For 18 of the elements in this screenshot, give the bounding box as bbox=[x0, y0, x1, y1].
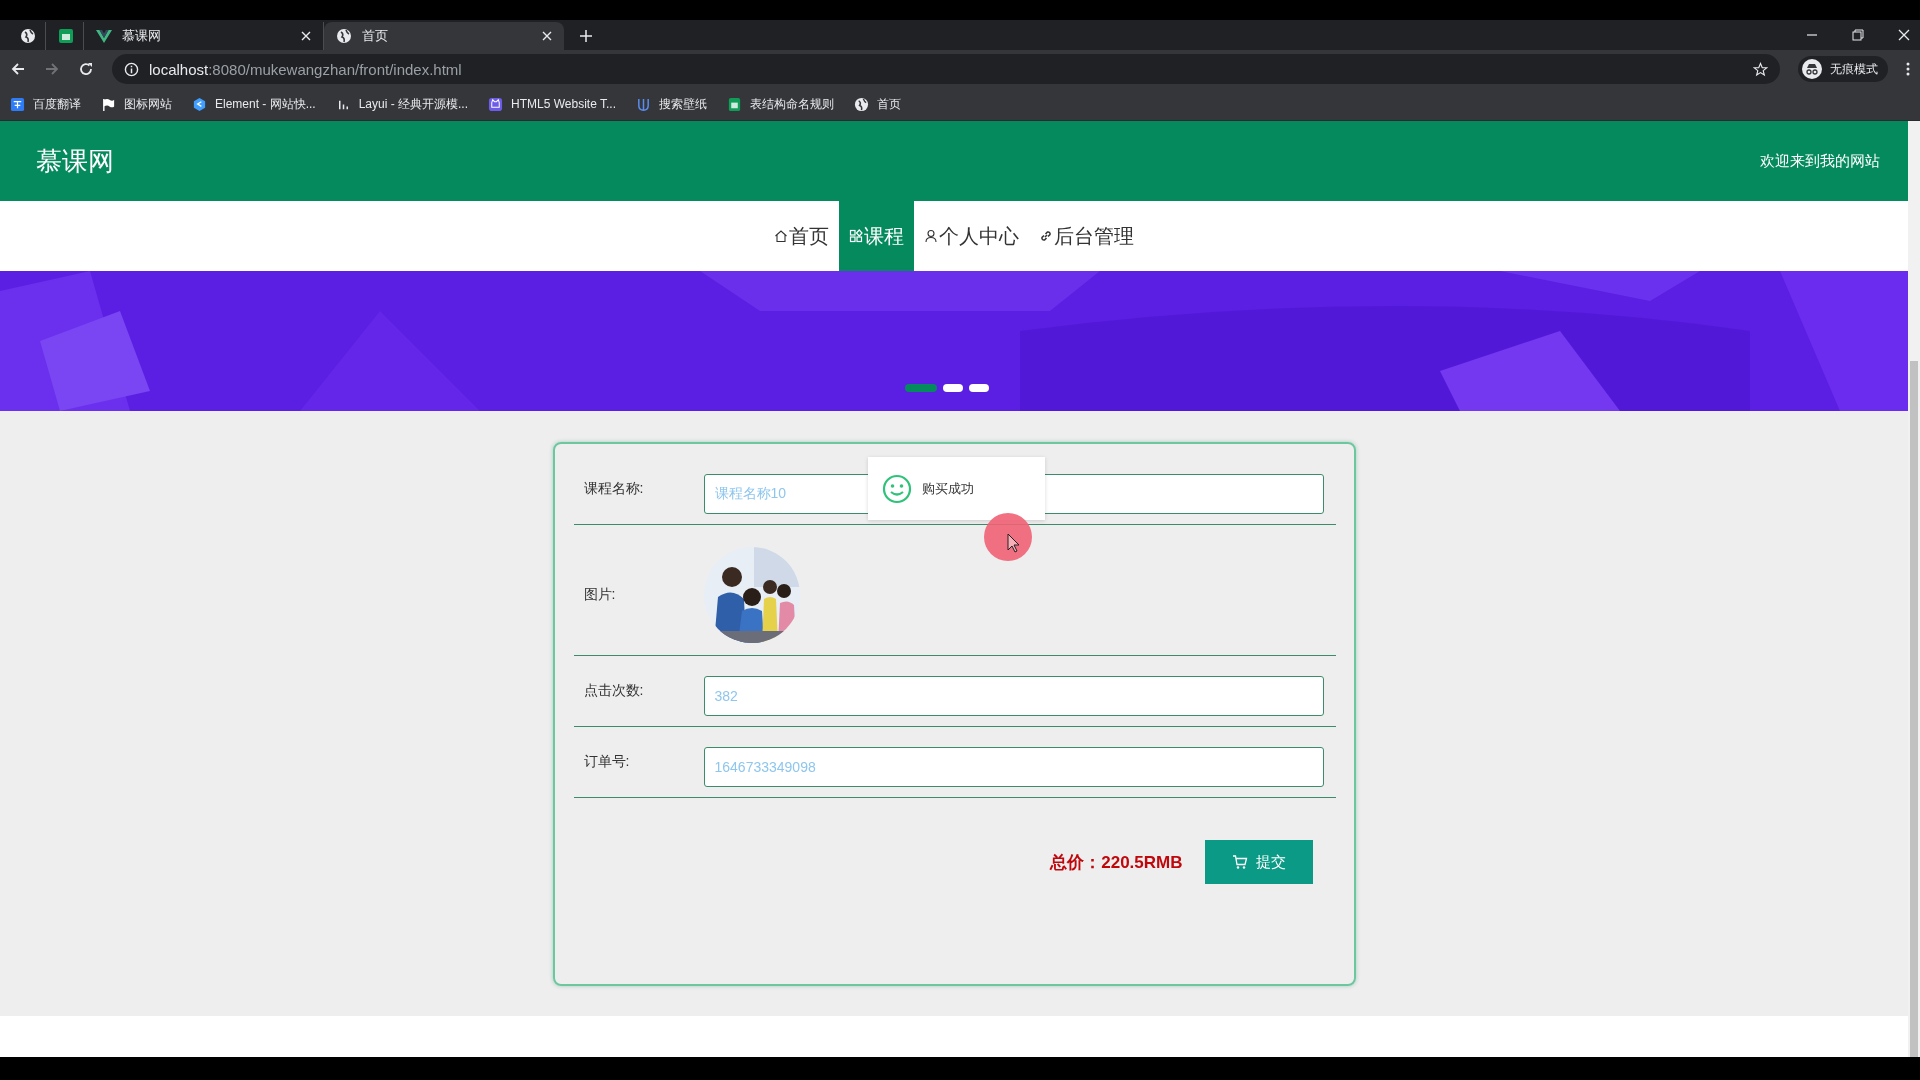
field-label: 订单号: bbox=[582, 752, 631, 771]
welcome-text: 欢迎来到我的网站 bbox=[1760, 151, 1880, 171]
bookmark-label: 首页 bbox=[877, 95, 901, 113]
bookmark-label: 图标网站 bbox=[124, 95, 172, 113]
bookmark-label: 表结构命名规则 bbox=[750, 95, 834, 113]
field-label: 图片: bbox=[582, 586, 617, 604]
bookmark-label: 搜索壁纸 bbox=[659, 95, 707, 113]
tab-title: 慕课网 bbox=[122, 27, 162, 45]
bookmark-label: Element - 网站快... bbox=[215, 95, 316, 113]
tab-title: 首页 bbox=[362, 27, 389, 45]
total-price-text: 总价：220.5RMB bbox=[1050, 851, 1183, 874]
bookmark-label: HTML5 Website T... bbox=[511, 97, 616, 111]
toast-text: 购买成功 bbox=[921, 479, 974, 498]
field-label: 课程名称: bbox=[582, 479, 645, 498]
url-text: localhost:8080/mukewangzhan/front/index.html bbox=[149, 60, 463, 78]
field-label: 点击次数: bbox=[582, 681, 645, 700]
bookmark-label: Layui - 经典开源模... bbox=[358, 95, 469, 113]
bookmark-label: 百度翻译 bbox=[33, 95, 81, 113]
